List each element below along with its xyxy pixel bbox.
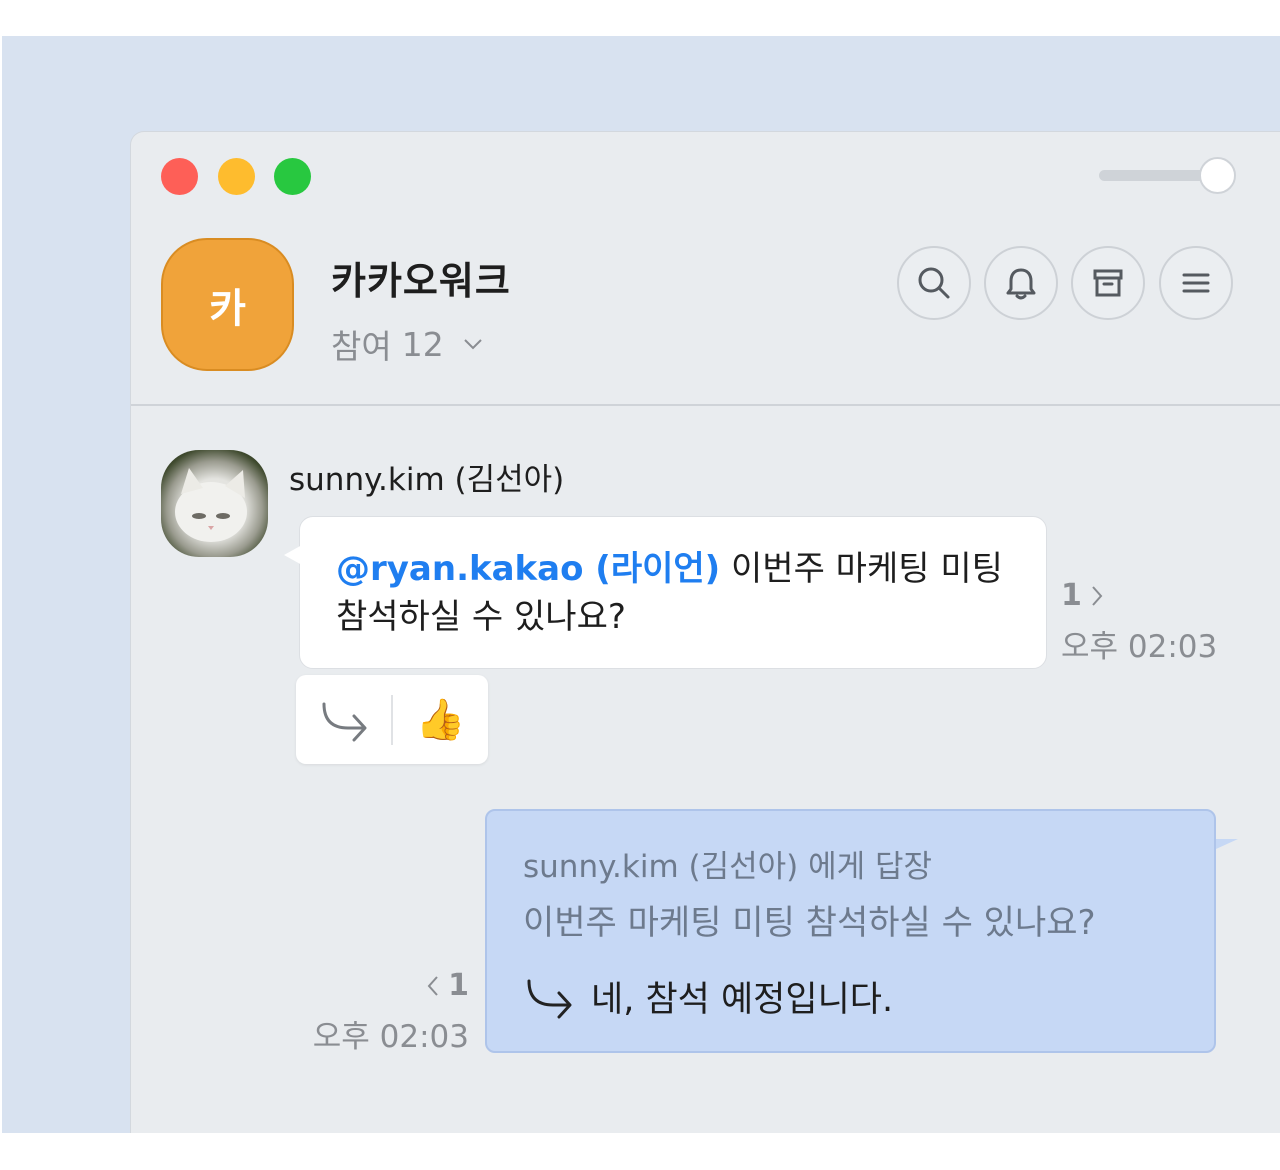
room-title: 카카오워크 <box>331 259 511 303</box>
participants-label: 참여 <box>331 327 392 366</box>
outgoing-reply-bubble[interactable]: sunny.kim (김선아) 에게 답장 이번주 마케팅 미팅 참석하실 수 … <box>485 809 1238 1053</box>
chat-window: 카 카카오워크 참여 12 sunny.kim (김선아) @ryan.kaka… <box>130 131 1280 1133</box>
chevron-left-icon <box>427 975 438 996</box>
thumbs-up-reaction-button[interactable]: 👍 <box>393 675 488 764</box>
sender-name[interactable]: sunny.kim (김선아) <box>289 454 564 499</box>
mention-link[interactable]: @ryan.kakao (라이언) <box>336 549 720 589</box>
room-avatar[interactable]: 카 <box>161 238 294 371</box>
reply-arrow-icon <box>322 702 366 741</box>
outgoing-message-meta: 1 오후 02:03 <box>301 968 469 1056</box>
archive-icon <box>1093 269 1123 297</box>
menu-icon <box>1182 273 1210 293</box>
notification-button[interactable] <box>984 246 1058 320</box>
sender-avatar[interactable] <box>161 450 268 557</box>
incoming-message-bubble[interactable]: @ryan.kakao (라이언) 이번주 마케팅 미팅 참석하실 수 있나요? <box>284 516 1047 669</box>
bubble-tail <box>284 545 302 565</box>
header-divider <box>131 404 1280 406</box>
bell-icon <box>1006 268 1036 300</box>
kitten-photo <box>175 468 247 542</box>
unread-count: 1 <box>448 968 469 1003</box>
answer-text: 네, 참석 예정입니다. <box>591 980 894 1020</box>
unread-indicator[interactable]: 1 <box>1061 578 1217 613</box>
archive-button[interactable] <box>1071 246 1145 320</box>
opacity-slider-track[interactable] <box>1099 170 1209 181</box>
bubble-tail <box>1216 839 1238 849</box>
quoted-message[interactable]: 이번주 마케팅 미팅 참석하실 수 있나요? <box>523 895 1096 944</box>
menu-button[interactable] <box>1159 246 1233 320</box>
message-time: 오후 02:03 <box>312 1019 469 1055</box>
room-avatar-text: 카 <box>209 285 246 332</box>
reply-button[interactable] <box>296 675 391 764</box>
zoom-window-button[interactable] <box>274 158 311 195</box>
reply-to-label: sunny.kim (김선아) 에게 답장 <box>523 849 933 885</box>
participants-count: 12 <box>401 324 444 364</box>
unread-indicator[interactable]: 1 <box>301 968 469 1003</box>
incoming-message-meta: 1 오후 02:03 <box>1061 578 1217 666</box>
message-action-bar: 👍 <box>296 675 488 764</box>
chevron-right-icon <box>1092 585 1103 606</box>
unread-count: 1 <box>1061 578 1082 613</box>
minimize-window-button[interactable] <box>218 158 255 195</box>
close-window-button[interactable] <box>161 158 198 195</box>
chevron-down-icon <box>464 339 482 350</box>
search-icon <box>918 267 950 299</box>
search-button[interactable] <box>897 246 971 320</box>
message-time: 오후 02:03 <box>1061 629 1218 665</box>
participants-toggle[interactable]: 참여 12 <box>331 320 484 368</box>
opacity-slider-knob[interactable] <box>1199 157 1236 194</box>
reply-arrow-icon <box>527 979 572 1018</box>
